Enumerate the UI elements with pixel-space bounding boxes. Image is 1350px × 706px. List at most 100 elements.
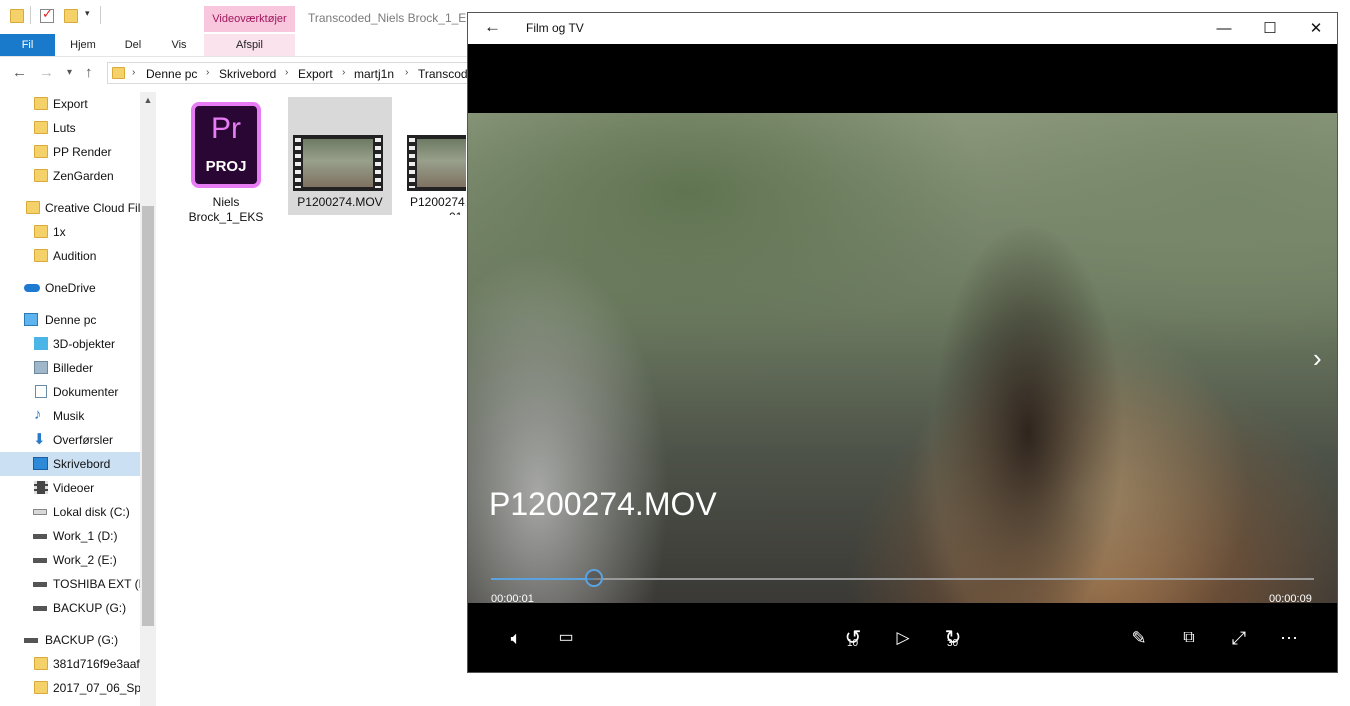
nav-item-creative-cloud[interactable]: Creative Cloud Fil: [0, 196, 140, 220]
chevron-right-icon[interactable]: ›: [132, 67, 135, 78]
nav-item-3d-objects[interactable]: 3D-objekter: [0, 332, 140, 356]
nav-item-documents[interactable]: Dokumenter: [0, 380, 140, 404]
next-video-chevron-icon[interactable]: ›: [1313, 343, 1322, 374]
cube-icon: [34, 337, 48, 350]
nav-item-label: 3D-objekter: [53, 337, 116, 351]
edit-pencil-icon[interactable]: ✎: [1124, 623, 1154, 653]
skip-back-seconds: 10: [847, 638, 859, 649]
nav-item-label: TOSHIBA EXT (F:: [53, 577, 150, 591]
nav-item-downloads[interactable]: ⬇ Overførsler: [0, 428, 140, 452]
drive-icon: [33, 509, 47, 515]
customize-toolbar-icon[interactable]: ▾: [85, 8, 90, 19]
tab-view[interactable]: Vis: [162, 34, 196, 56]
minimize-button[interactable]: —: [1201, 16, 1247, 42]
quick-access-toolbar: ✓ ▾ Videoværktøjer Transcoded_Niels Broc…: [0, 0, 482, 34]
chevron-right-icon[interactable]: ›: [342, 67, 345, 78]
breadcrumb-user[interactable]: martj1n: [354, 67, 394, 81]
play-icon[interactable]: ▷: [888, 623, 918, 653]
nav-item-label: PP Render: [53, 145, 112, 159]
chevron-right-icon[interactable]: ›: [285, 67, 288, 78]
file-name: Niels: [212, 195, 240, 209]
nav-item-pictures[interactable]: Billeder: [0, 356, 140, 380]
chevron-right-icon[interactable]: ›: [405, 67, 408, 78]
seek-bar[interactable]: [491, 578, 1314, 580]
tab-home[interactable]: Hjem: [62, 34, 104, 56]
nav-item-1x[interactable]: 1x: [0, 220, 140, 244]
maximize-button[interactable]: ☐: [1247, 16, 1293, 42]
breadcrumb-desktop[interactable]: Skrivebord: [219, 67, 276, 81]
scrollbar-thumb[interactable]: [142, 206, 154, 626]
tab-file[interactable]: Fil: [0, 34, 55, 56]
nav-item-folder[interactable]: 2017_07_06_Spor: [0, 676, 152, 700]
nav-item-pp-render[interactable]: PP Render: [0, 140, 140, 164]
nav-item-label: Billeder: [53, 361, 94, 375]
nav-item-label: 381d716f9e3aaf6: [53, 657, 147, 671]
subtitles-icon[interactable]: ▭: [551, 623, 581, 653]
video-frame[interactable]: [468, 113, 1337, 603]
fullscreen-icon[interactable]: ⤢: [1224, 623, 1254, 653]
tab-share[interactable]: Del: [116, 34, 150, 56]
nav-item-desktop[interactable]: Skrivebord: [0, 452, 140, 476]
nav-item-label: Audition: [53, 249, 97, 263]
nav-item-music[interactable]: ♪ Musik: [0, 404, 140, 428]
nav-item-zengarden[interactable]: ZenGarden: [0, 164, 140, 188]
premiere-project-icon: Pr PROJ: [191, 102, 261, 188]
folder-icon: [34, 97, 48, 110]
nav-item-work-2[interactable]: Work_2 (E:): [0, 548, 140, 572]
file-name: P1200274.MOV: [297, 195, 383, 209]
nav-item-this-pc[interactable]: Denne pc: [0, 308, 140, 332]
video-file-icon: [293, 135, 383, 191]
nav-item-label: 2017_07_06_Spor: [53, 681, 152, 695]
music-note-icon: ♪: [34, 406, 42, 423]
recent-locations-icon[interactable]: ▾: [67, 67, 72, 78]
skip-forward-button[interactable]: ↻ 30: [938, 623, 968, 653]
mini-view-icon[interactable]: ⧉: [1174, 623, 1204, 653]
properties-icon[interactable]: ✓: [40, 6, 54, 23]
pictures-icon: [34, 361, 48, 374]
nav-item-videos[interactable]: Videoer: [0, 476, 140, 500]
skip-forward-seconds: 30: [947, 638, 959, 649]
breadcrumb-transcoded[interactable]: Transcod: [418, 67, 468, 81]
folder-icon: [34, 145, 48, 158]
back-arrow-icon[interactable]: ←: [484, 17, 501, 37]
seek-bar-thumb[interactable]: [585, 569, 603, 587]
file-item[interactable]: P1200274.N 01: [402, 97, 466, 215]
folder-icon[interactable]: [10, 9, 24, 23]
skip-back-button[interactable]: ↺ 10: [838, 623, 868, 653]
drive-icon: [33, 534, 47, 539]
chevron-right-icon[interactable]: ›: [206, 67, 209, 78]
new-folder-icon[interactable]: [64, 9, 78, 23]
nav-item-label: Work_2 (E:): [53, 553, 117, 567]
breadcrumb-export[interactable]: Export: [298, 67, 333, 81]
up-icon[interactable]: ↑: [85, 64, 93, 81]
back-icon[interactable]: ←: [12, 64, 27, 81]
scroll-up-icon[interactable]: ▲: [140, 92, 156, 108]
folder-icon: [34, 121, 48, 134]
address-box[interactable]: › Denne pc › Skrivebord › Export › martj…: [107, 62, 470, 84]
file-item-selected[interactable]: P1200274.MOV: [288, 97, 392, 215]
nav-item-onedrive[interactable]: OneDrive: [0, 276, 140, 300]
nav-item-folder[interactable]: 381d716f9e3aaf6: [0, 652, 146, 676]
volume-icon[interactable]: 🔈︎: [501, 623, 531, 653]
more-options-icon[interactable]: ⋯: [1274, 623, 1304, 653]
nav-item-label: Musik: [53, 409, 85, 423]
forward-icon[interactable]: →: [39, 64, 54, 81]
film-icon: [34, 481, 48, 494]
nav-item-local-disk-c[interactable]: Lokal disk (C:): [0, 500, 140, 524]
nav-item-export[interactable]: Export: [0, 92, 140, 116]
nav-item-work-1[interactable]: Work_1 (D:): [0, 524, 140, 548]
file-name: P1200274.N: [410, 195, 466, 209]
file-item[interactable]: Pr PROJ Niels Brock_1_EKS: [174, 97, 278, 224]
folder-icon: [34, 681, 48, 694]
nav-item-toshiba-ext[interactable]: TOSHIBA EXT (F:: [0, 572, 149, 596]
nav-item-label: Overførsler: [53, 433, 113, 447]
nav-item-luts[interactable]: Luts: [0, 116, 140, 140]
player-title-bar: ← Film og TV — ☐ ✕: [468, 13, 1337, 44]
nav-item-audition[interactable]: Audition: [0, 244, 140, 268]
nav-item-backup-g[interactable]: BACKUP (G:): [0, 596, 140, 620]
nav-item-backup-drive[interactable]: BACKUP (G:): [0, 628, 140, 652]
nav-item-label: OneDrive: [45, 281, 96, 295]
close-button[interactable]: ✕: [1293, 16, 1337, 42]
breadcrumb-this-pc[interactable]: Denne pc: [146, 67, 197, 81]
tab-play[interactable]: Afspil: [204, 34, 295, 56]
